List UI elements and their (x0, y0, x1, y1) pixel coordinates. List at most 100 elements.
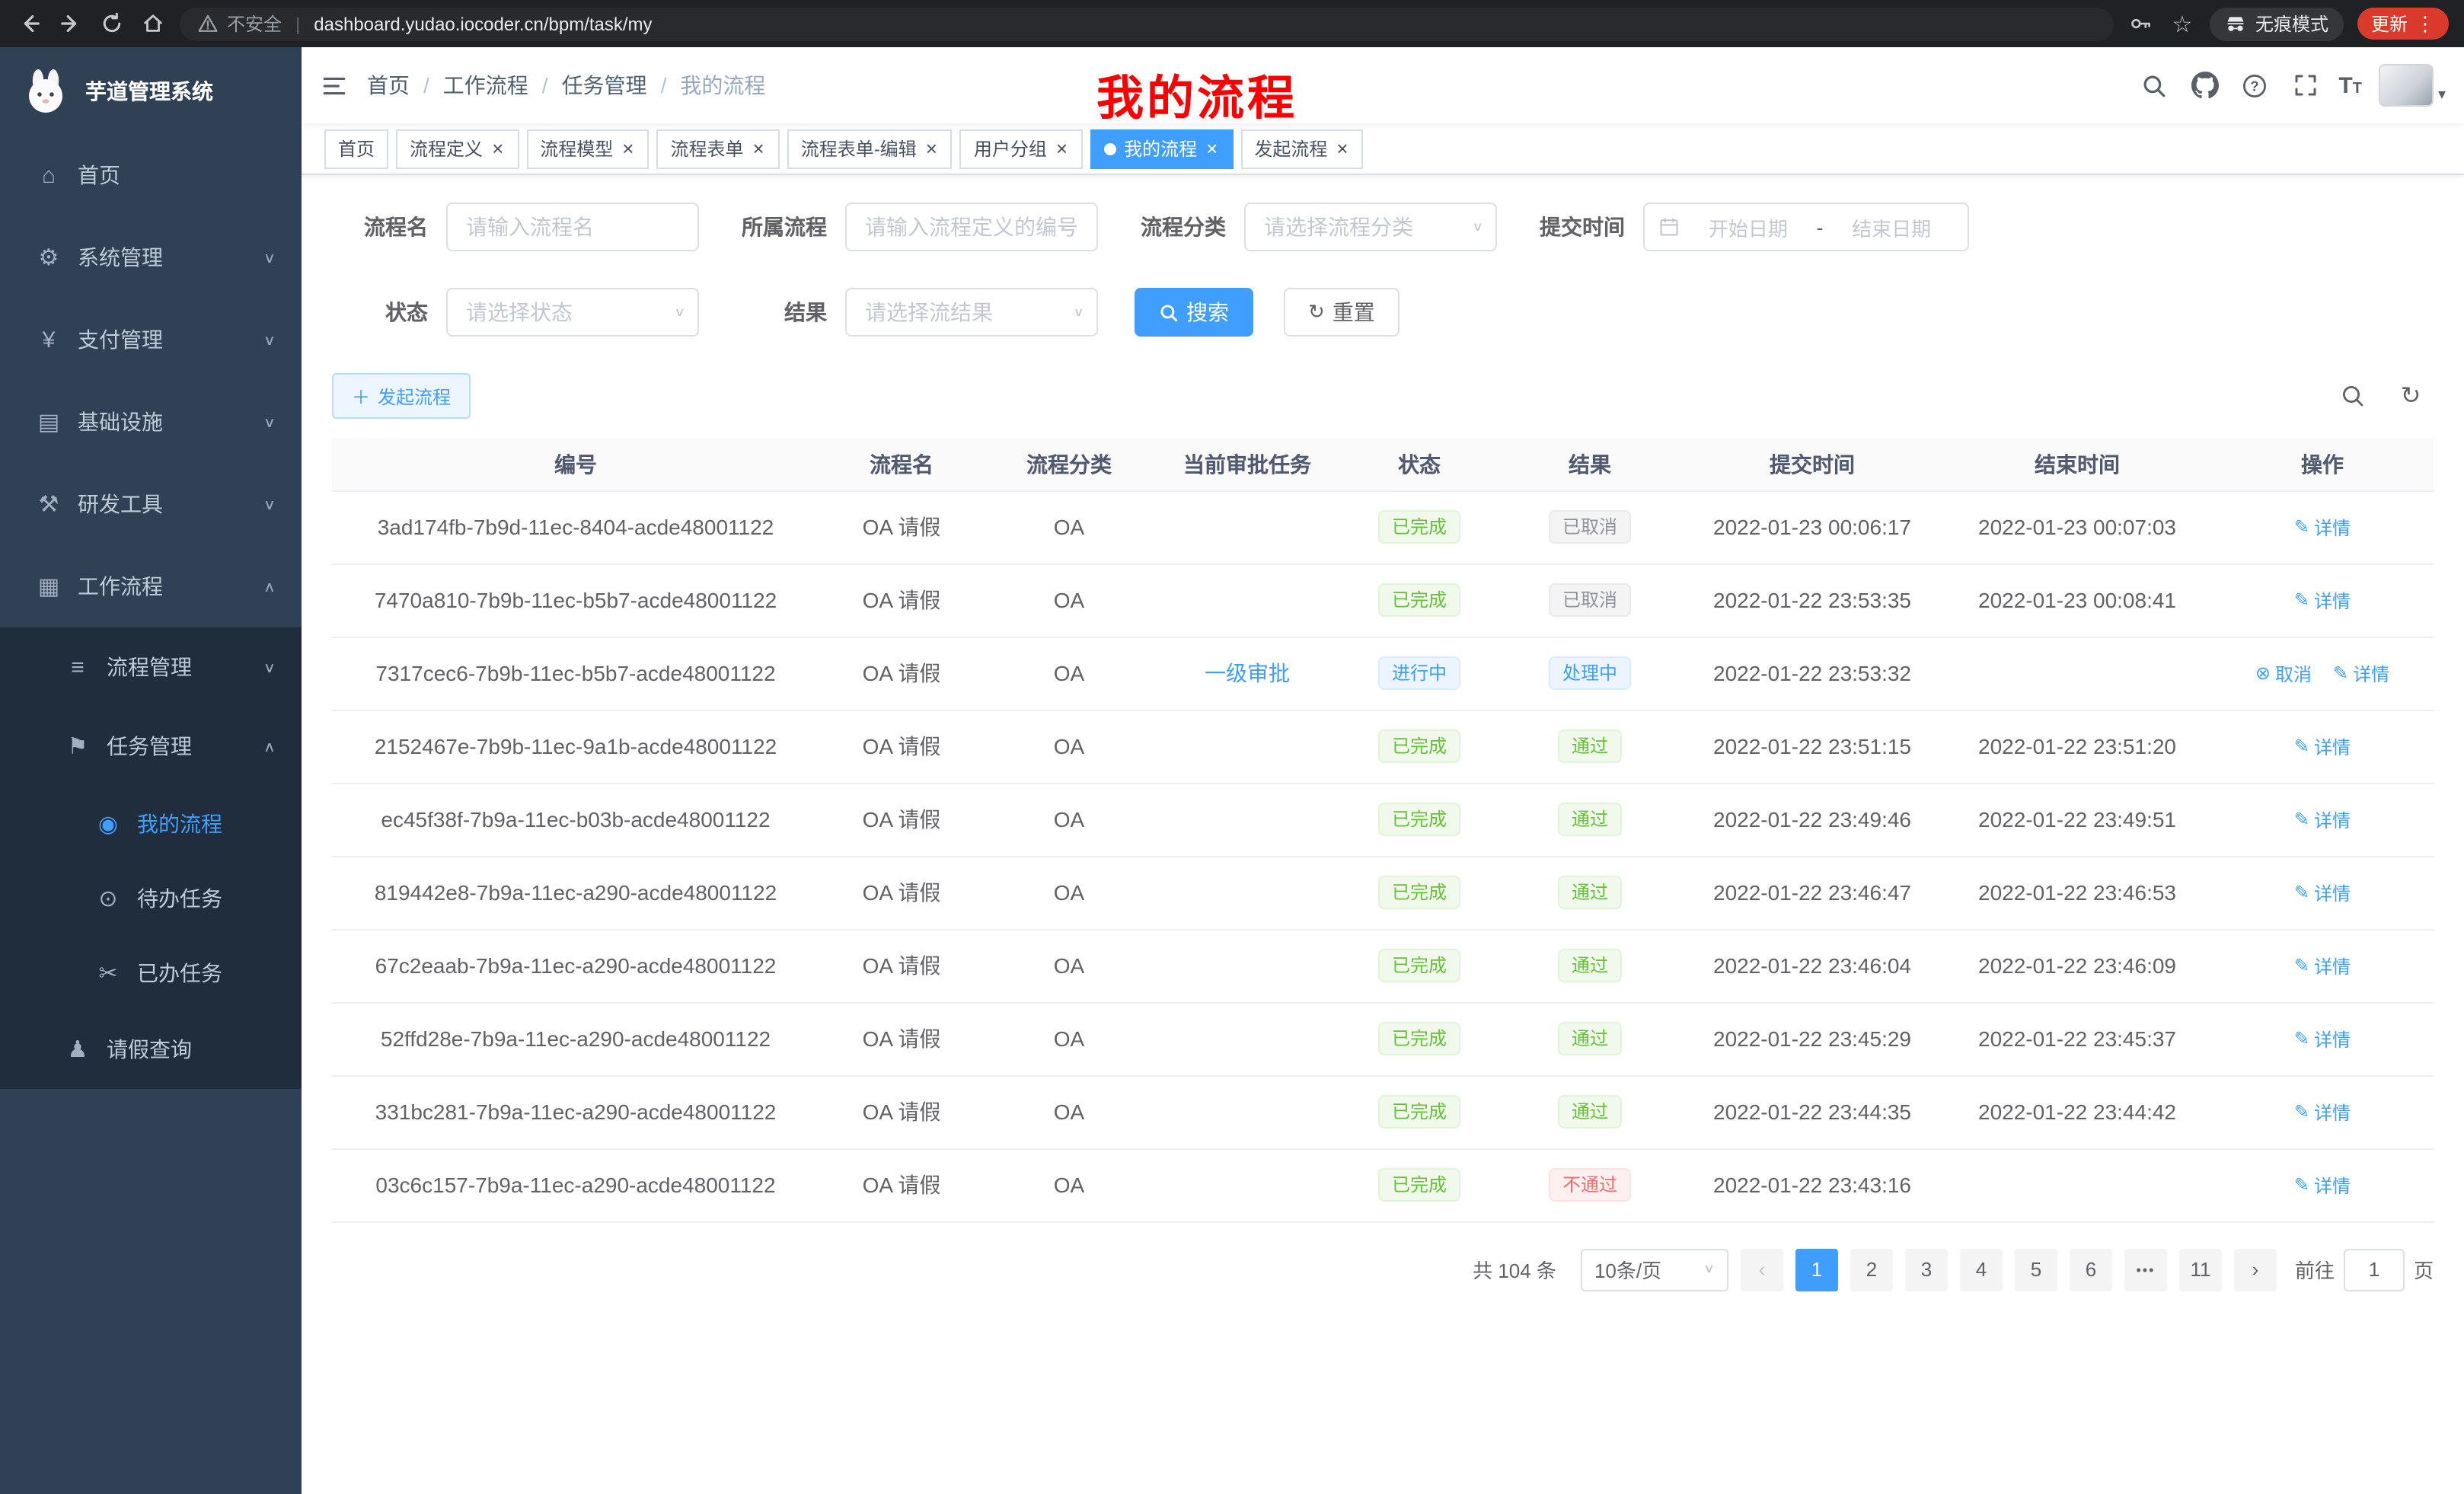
page-button-11[interactable]: 11 (2179, 1248, 2222, 1291)
search-button[interactable]: 搜索 (1135, 288, 1253, 337)
detail-link[interactable]: ✎详情 (2294, 807, 2351, 833)
cell-submit-time: 2022-01-22 23:46:47 (1681, 856, 1943, 929)
forward-icon[interactable] (56, 10, 84, 37)
breadcrumb-item[interactable]: 首页 (367, 70, 410, 101)
cell-name: OA 请假 (819, 1075, 984, 1148)
incognito-profile-chip[interactable]: 无痕模式 (2210, 7, 2344, 40)
sidebar-item-payment[interactable]: ¥支付管理∨ (0, 298, 302, 381)
date-range-picker[interactable]: 开始日期 - 结束日期 (1643, 203, 1969, 251)
reload-icon[interactable] (97, 10, 125, 37)
close-icon[interactable]: × (490, 139, 505, 158)
detail-link[interactable]: ✎详情 (2294, 515, 2351, 541)
process-definition-input[interactable] (845, 203, 1098, 251)
page-button-2[interactable]: 2 (1850, 1248, 1893, 1291)
sidebar-item-infra[interactable]: ▤基础设施∨ (0, 381, 302, 463)
detail-link[interactable]: ✎详情 (2294, 953, 2351, 979)
result-select[interactable]: 请选择流结果 ∨ (845, 288, 1098, 337)
tab-我的流程[interactable]: 我的流程× (1090, 129, 1233, 168)
search-icon[interactable] (2137, 69, 2171, 102)
page-button-4[interactable]: 4 (1960, 1248, 2003, 1291)
goto-page-input[interactable] (2344, 1248, 2405, 1291)
tab-流程模型[interactable]: 流程模型 × (526, 129, 649, 168)
detail-link[interactable]: ✎详情 (2294, 880, 2351, 906)
sidebar-item-done-task[interactable]: ✂已办任务 (0, 935, 302, 1010)
tab-流程定义[interactable]: 流程定义× (396, 129, 519, 168)
detail-link[interactable]: ✎详情 (2294, 1026, 2351, 1052)
fullscreen-icon[interactable] (2288, 69, 2322, 102)
sidebar-item-process-mgmt[interactable]: ≡流程管理∨ (0, 627, 302, 707)
tab-流程表单[interactable]: 流程表单× (656, 129, 779, 168)
cell-result: 通过 (1499, 856, 1681, 929)
close-icon[interactable]: × (621, 139, 635, 158)
end-date-placeholder[interactable]: 结束日期 (1829, 212, 1954, 241)
chevron-down-icon: ∨ (1703, 1263, 1715, 1276)
sidebar-item-workflow[interactable]: ▦工作流程∧ (0, 545, 302, 627)
close-icon[interactable]: × (1335, 139, 1349, 158)
page-button-3[interactable]: 3 (1905, 1248, 1948, 1291)
process-name-input[interactable] (446, 203, 699, 251)
tab-label: 流程模型 (540, 136, 613, 161)
detail-link[interactable]: ✎详情 (2294, 1100, 2351, 1125)
start-date-placeholder[interactable]: 开始日期 (1686, 212, 1811, 241)
browser-home-icon[interactable] (139, 10, 166, 37)
help-icon[interactable]: ? (2238, 69, 2271, 102)
close-icon[interactable]: × (924, 139, 939, 158)
next-page-button[interactable]: › (2234, 1248, 2277, 1291)
toggle-search-icon[interactable] (2336, 379, 2370, 413)
sidebar-item-my-process[interactable]: ◉我的流程 (0, 786, 302, 860)
refresh-table-icon[interactable]: ↻ (2394, 379, 2427, 413)
column-header: 提交时间 (1681, 439, 1943, 490)
column-header: 结束时间 (1943, 439, 2211, 490)
github-icon[interactable] (2188, 69, 2221, 102)
cell-actions: ✎详情 (2211, 856, 2434, 929)
security-label: 不安全 (227, 11, 282, 37)
category-select[interactable]: 请选择流程分类 ∨ (1244, 203, 1497, 251)
pagination-ellipsis[interactable]: ••• (2124, 1248, 2167, 1291)
detail-link[interactable]: ✎详情 (2333, 661, 2389, 687)
close-icon[interactable]: × (752, 139, 766, 158)
filter-result: 结果 请选择流结果 ∨ (736, 288, 1098, 337)
app-logo[interactable]: 芋道管理系统 (0, 47, 302, 134)
user-menu[interactable]: ▾ (2379, 64, 2446, 107)
key-icon[interactable] (2127, 10, 2155, 37)
sidebar-item-devtools[interactable]: ⚒研发工具∨ (0, 463, 302, 545)
sidebar-item-todo-task[interactable]: ⊙待办任务 (0, 860, 302, 935)
cancel-link[interactable]: ⊗取消 (2255, 661, 2312, 687)
reset-button[interactable]: ↻ 重置 (1284, 288, 1400, 337)
sidebar-item-home[interactable]: ⌂首页 (0, 134, 302, 216)
back-icon[interactable] (15, 10, 43, 37)
breadcrumb-item[interactable]: 任务管理 (562, 70, 647, 101)
tab-首页[interactable]: 首页 (324, 129, 388, 168)
detail-link[interactable]: ✎详情 (2294, 588, 2351, 614)
update-button[interactable]: 更新 ⋮ (2357, 8, 2449, 40)
detail-link[interactable]: ✎详情 (2294, 1173, 2351, 1199)
page-button-5[interactable]: 5 (2015, 1248, 2057, 1291)
sidebar-item-label: 系统管理 (78, 242, 163, 273)
cell-task (1154, 856, 1340, 929)
hamburger-icon[interactable] (302, 72, 367, 98)
avatar[interactable] (2379, 64, 2434, 107)
breadcrumb-item[interactable]: 工作流程 (443, 70, 528, 101)
bookmark-star-icon[interactable]: ☆ (2169, 10, 2196, 37)
close-icon[interactable]: × (1205, 139, 1219, 158)
sidebar-item-task-mgmt[interactable]: ⚑任务管理∧ (0, 707, 302, 786)
kebab-menu-icon[interactable]: ⋮ (2415, 11, 2435, 36)
sidebar-item-leave-query[interactable]: ♟请假查询 (0, 1010, 302, 1089)
address-bar[interactable]: 不安全 | dashboard.yudao.iocoder.cn/bpm/tas… (180, 7, 2114, 40)
sidebar-item-system[interactable]: ⚙系统管理∨ (0, 216, 302, 298)
prev-page-button[interactable]: ‹ (1741, 1248, 1783, 1291)
cell-end-time: 2022-01-22 23:45:37 (1943, 1002, 2211, 1075)
status-select[interactable]: 请选择状态 ∨ (446, 288, 699, 337)
tab-发起流程[interactable]: 发起流程× (1240, 129, 1363, 168)
close-icon[interactable]: × (1055, 139, 1069, 158)
page-size-select[interactable]: 10条/页 ∨ (1581, 1248, 1728, 1291)
tab-流程表单-编辑[interactable]: 流程表单-编辑× (787, 129, 953, 168)
font-size-icon[interactable]: TT (2338, 74, 2362, 97)
task-link[interactable]: 一级审批 (1205, 661, 1290, 685)
page-button-6[interactable]: 6 (2070, 1248, 2112, 1291)
tab-用户分组[interactable]: 用户分组× (960, 129, 1083, 168)
page-button-1[interactable]: 1 (1795, 1248, 1838, 1291)
create-process-button[interactable]: ＋ 发起流程 (332, 373, 471, 419)
page-size-value: 10条/页 (1594, 1255, 1661, 1284)
detail-link[interactable]: ✎详情 (2294, 734, 2351, 760)
